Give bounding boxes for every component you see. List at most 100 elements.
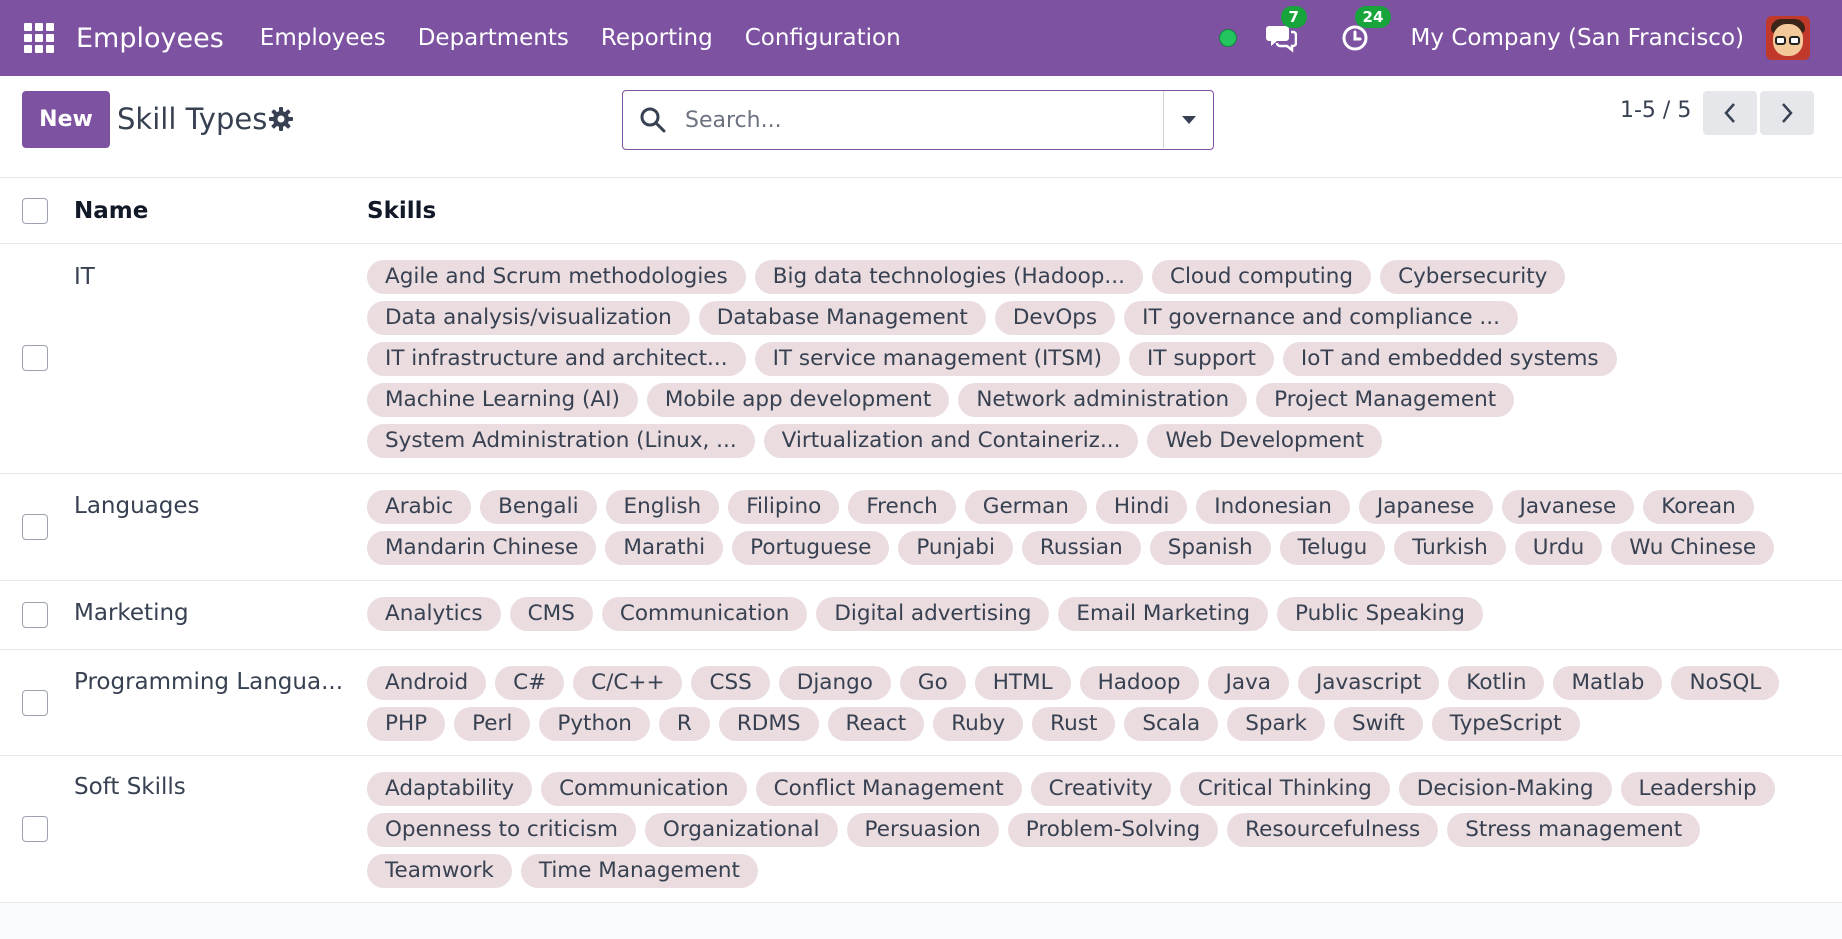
row-checkbox[interactable] bbox=[22, 514, 48, 540]
skill-tag: Public Speaking bbox=[1277, 597, 1483, 631]
skill-tag: Time Management bbox=[520, 854, 758, 888]
skill-tag: French bbox=[848, 490, 956, 524]
messages-icon[interactable]: 7 bbox=[1263, 6, 1307, 56]
skill-tag: Android bbox=[367, 666, 487, 700]
column-header-name[interactable]: Name bbox=[74, 198, 148, 224]
skill-tag: Hadoop bbox=[1079, 666, 1199, 700]
table-row[interactable]: Languages Arabic Bengali English Filipino Fr… bbox=[0, 474, 1842, 581]
skill-tag: TypeScript bbox=[1431, 707, 1580, 741]
skill-tag: Project Management bbox=[1256, 383, 1515, 417]
activities-badge: 24 bbox=[1354, 6, 1392, 28]
row-checkbox[interactable] bbox=[22, 602, 48, 628]
skill-tag: PHP bbox=[367, 707, 446, 741]
select-all-checkbox[interactable] bbox=[22, 198, 48, 224]
skill-tag: Filipino bbox=[728, 490, 840, 524]
skill-tag: English bbox=[605, 490, 720, 524]
gear-icon[interactable] bbox=[268, 106, 294, 132]
main-menu: Employees Departments Reporting Configur… bbox=[244, 25, 917, 51]
menu-employees[interactable]: Employees bbox=[244, 25, 402, 51]
skill-tag: Database Management bbox=[698, 301, 986, 335]
skills-tags: Agile and Scrum methodologies Big data te… bbox=[367, 257, 1817, 462]
skill-tag: Japanese bbox=[1358, 490, 1493, 524]
column-header-skills[interactable]: Skills bbox=[367, 198, 436, 224]
skill-tag: DevOps bbox=[994, 301, 1116, 335]
skill-tag: C/C++ bbox=[573, 666, 683, 700]
skill-tag: German bbox=[964, 490, 1087, 524]
table-row[interactable]: Programming Langua... Android C# C/C++ CSS D… bbox=[0, 650, 1842, 756]
table-row[interactable]: IT Agile and Scrum methodologies Big data… bbox=[0, 244, 1842, 474]
skill-tag: Analytics bbox=[367, 597, 501, 631]
systray: 7 24 My Company (San Francisco) bbox=[1218, 6, 1842, 60]
row-checkbox[interactable] bbox=[22, 690, 48, 716]
company-switcher[interactable]: My Company (San Francisco) bbox=[1411, 25, 1744, 51]
row-checkbox[interactable] bbox=[22, 345, 48, 371]
menu-departments[interactable]: Departments bbox=[402, 25, 585, 51]
skill-tag: Indonesian bbox=[1196, 490, 1350, 524]
skill-tag: Swift bbox=[1333, 707, 1423, 741]
skill-tag: Teamwork bbox=[367, 854, 512, 888]
app-title[interactable]: Employees bbox=[76, 23, 224, 54]
table-row[interactable]: Marketing Analytics CMS Communication Digit… bbox=[0, 581, 1842, 650]
pager-value[interactable]: 1-5 / 5 bbox=[1620, 98, 1691, 123]
skill-tag: Punjabi bbox=[898, 531, 1013, 565]
skill-tag: Ruby bbox=[933, 707, 1024, 741]
skill-tag: Digital advertising bbox=[816, 597, 1050, 631]
activity-clock-icon[interactable]: 24 bbox=[1337, 6, 1392, 56]
skill-tag: CSS bbox=[691, 666, 770, 700]
skill-tag: Telugu bbox=[1279, 531, 1386, 565]
skill-tag: Data analysis/visualization bbox=[367, 301, 690, 335]
menu-reporting[interactable]: Reporting bbox=[585, 25, 729, 51]
skill-tag: Rust bbox=[1032, 707, 1116, 741]
chevron-right-icon bbox=[1782, 103, 1793, 123]
skill-tag: Stress management bbox=[1447, 813, 1701, 847]
skill-tag: Virtualization and Containeriz... bbox=[763, 424, 1139, 458]
skill-tag: Leadership bbox=[1620, 772, 1775, 806]
skills-tags: Analytics CMS Communication Digital adverti… bbox=[367, 594, 1817, 635]
skill-tag: IT service management (ITSM) bbox=[754, 342, 1121, 376]
skill-type-name: Programming Langua... bbox=[74, 669, 344, 695]
skill-tag: Decision-Making bbox=[1398, 772, 1612, 806]
skills-tags: Adaptability Communication Conflict Manage… bbox=[367, 769, 1817, 892]
messages-badge: 7 bbox=[1280, 6, 1307, 28]
skill-tag: NoSQL bbox=[1671, 666, 1780, 700]
skill-tag: Agile and Scrum methodologies bbox=[367, 260, 746, 294]
skill-tag: Turkish bbox=[1394, 531, 1506, 565]
skill-tag: Urdu bbox=[1514, 531, 1603, 565]
skills-tags: Android C# C/C++ CSS Django Go HTML Hadoop Java J… bbox=[367, 663, 1817, 745]
pager-next-button[interactable] bbox=[1760, 91, 1814, 135]
skill-tag: Matlab bbox=[1553, 666, 1663, 700]
skill-type-name: IT bbox=[74, 264, 95, 290]
presence-status-icon[interactable] bbox=[1218, 29, 1237, 47]
pager-previous-button[interactable] bbox=[1703, 91, 1757, 135]
row-checkbox[interactable] bbox=[22, 816, 48, 842]
app-grid-icon[interactable] bbox=[24, 23, 54, 53]
skill-tag: Korean bbox=[1643, 490, 1754, 524]
skill-tag: Bengali bbox=[480, 490, 597, 524]
skill-types-list: Name Skills IT Agile and Scrum methodolo… bbox=[0, 178, 1842, 903]
skill-tag: Python bbox=[539, 707, 650, 741]
control-panel: New Skill Types 1-5 / 5 bbox=[0, 76, 1842, 178]
skill-tag: Mobile app development bbox=[646, 383, 950, 417]
skill-tag: Adaptability bbox=[367, 772, 533, 806]
skill-tag: Email Marketing bbox=[1058, 597, 1268, 631]
search-options-toggle[interactable] bbox=[1163, 91, 1213, 148]
skill-tag: Machine Learning (AI) bbox=[367, 383, 638, 417]
skill-tag: Web Development bbox=[1147, 424, 1382, 458]
skill-tag: Wu Chinese bbox=[1611, 531, 1775, 565]
table-row[interactable]: Soft Skills Adaptability Communication Con… bbox=[0, 756, 1842, 903]
skill-tag: React bbox=[827, 707, 925, 741]
menu-configuration[interactable]: Configuration bbox=[729, 25, 917, 51]
skill-type-name: Soft Skills bbox=[74, 774, 186, 800]
search-input[interactable] bbox=[685, 105, 1135, 135]
skill-tag: Javascript bbox=[1297, 666, 1440, 700]
new-button[interactable]: New bbox=[22, 91, 110, 148]
skill-tag: Marathi bbox=[605, 531, 724, 565]
skill-tag: Creativity bbox=[1030, 772, 1171, 806]
skill-tag: RDMS bbox=[718, 707, 819, 741]
skill-tag: Communication bbox=[601, 597, 808, 631]
skill-tag: Portuguese bbox=[732, 531, 890, 565]
user-avatar[interactable] bbox=[1766, 16, 1810, 60]
skill-tag: Kotlin bbox=[1448, 666, 1545, 700]
skills-tags: Arabic Bengali English Filipino French German… bbox=[367, 487, 1817, 569]
skill-tag: R bbox=[658, 707, 710, 741]
